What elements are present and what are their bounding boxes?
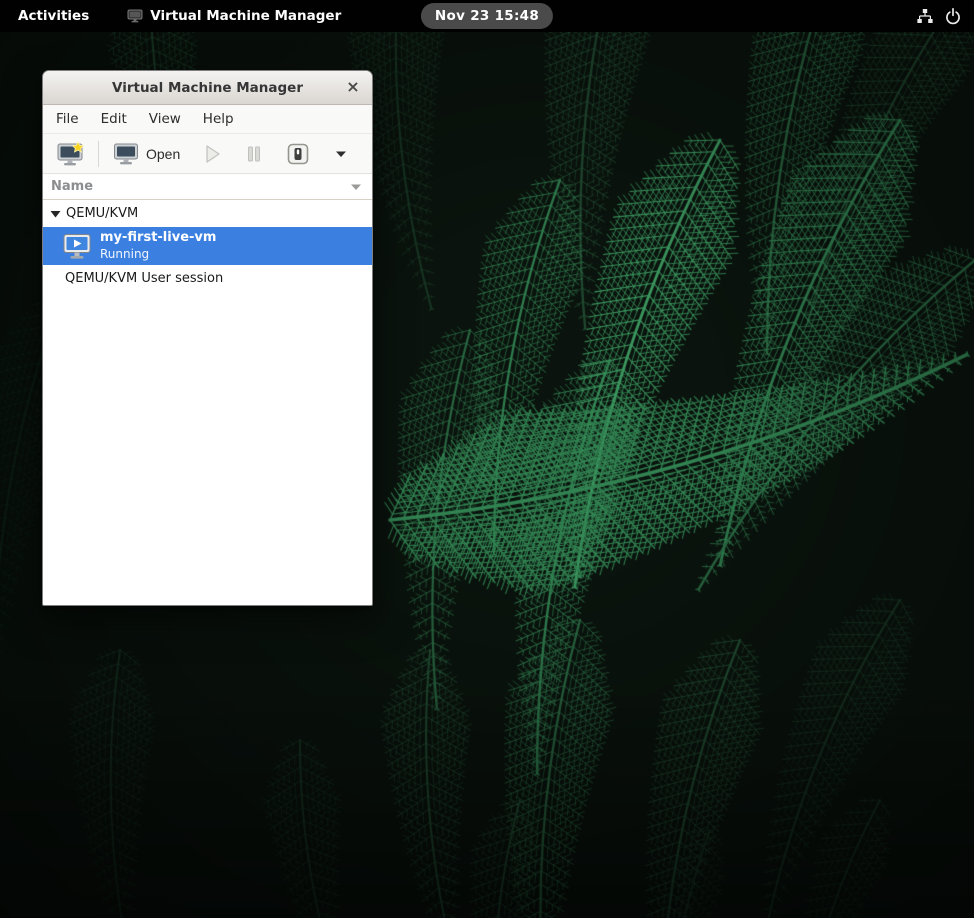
menu-view[interactable]: View (138, 105, 192, 133)
open-button-label: Open (146, 146, 180, 162)
vm-status: Running (100, 247, 216, 262)
window-title: Virtual Machine Manager (112, 80, 303, 96)
pause-button[interactable] (241, 142, 267, 166)
desktop: Activities Virtual Machine Manager Nov 2… (0, 0, 974, 918)
power-switch-icon (286, 142, 310, 166)
run-button[interactable] (199, 141, 227, 167)
power-icon[interactable] (944, 7, 962, 25)
column-header-label: Name (51, 179, 93, 194)
activities-button[interactable]: Activities (18, 8, 89, 24)
connection-row-qemu-kvm-user-session[interactable]: QEMU/KVM User session (43, 265, 372, 292)
clock-button[interactable]: Nov 23 15:48 (421, 3, 553, 29)
open-button[interactable]: Open (108, 139, 185, 169)
window-titlebar[interactable]: Virtual Machine Manager × (43, 71, 372, 105)
toolbar-separator (98, 141, 99, 167)
shutdown-menu-button[interactable] (329, 146, 353, 162)
vm-app-icon (127, 9, 143, 23)
expander-triangle-icon[interactable] (50, 210, 61, 218)
play-icon (204, 144, 222, 164)
connection-label: QEMU/KVM (66, 206, 138, 221)
sort-caret-icon (350, 183, 362, 191)
system-status-area (916, 0, 962, 32)
top-bar: Activities Virtual Machine Manager Nov 2… (0, 0, 974, 32)
wired-network-icon[interactable] (916, 7, 934, 25)
close-button[interactable]: × (340, 74, 366, 100)
monitor-new-star-icon (56, 141, 86, 167)
vmm-window: Virtual Machine Manager × File Edit View… (42, 70, 373, 606)
toolbar: Open (43, 134, 372, 174)
vm-tree: QEMU/KVM my-first-live-vm Running QEMU/K… (43, 200, 372, 605)
monitor-icon (113, 142, 139, 166)
column-header-name[interactable]: Name (43, 174, 372, 200)
vm-name: my-first-live-vm (100, 230, 216, 246)
new-vm-button[interactable] (51, 138, 91, 170)
shutdown-button[interactable] (281, 139, 315, 169)
caret-down-icon (334, 149, 348, 159)
vm-row-my-first-live-vm[interactable]: my-first-live-vm Running (43, 227, 372, 265)
focused-app-menu[interactable]: Virtual Machine Manager (127, 8, 341, 24)
focused-app-title: Virtual Machine Manager (150, 8, 341, 24)
menu-help[interactable]: Help (192, 105, 245, 133)
connection-label: QEMU/KVM User session (65, 271, 223, 286)
pause-icon (246, 145, 262, 163)
menu-edit[interactable]: Edit (90, 105, 138, 133)
monitor-play-icon (62, 233, 92, 260)
vm-labels: my-first-live-vm Running (100, 230, 216, 261)
menu-file[interactable]: File (45, 105, 90, 133)
connection-row-qemu-kvm[interactable]: QEMU/KVM (43, 200, 372, 227)
menu-bar: File Edit View Help (43, 105, 372, 134)
